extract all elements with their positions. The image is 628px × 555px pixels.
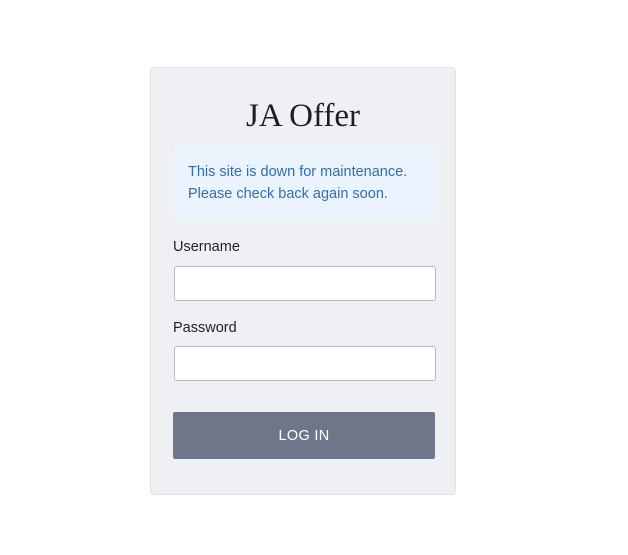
maintenance-notice: This site is down for maintenance. Pleas…: [174, 146, 436, 220]
log-in-button[interactable]: LOG IN: [173, 412, 435, 459]
username-label: Username: [173, 239, 240, 255]
password-input[interactable]: [174, 346, 436, 381]
site-title: JA Offer: [246, 98, 360, 134]
login-card: JA Offer This site is down for maintenan…: [150, 67, 456, 495]
password-label: Password: [173, 320, 237, 336]
maintenance-notice-line-1: This site is down for maintenance.: [188, 164, 408, 180]
maintenance-notice-line-2: Please check back again soon.: [188, 186, 388, 202]
username-input[interactable]: [174, 266, 436, 301]
